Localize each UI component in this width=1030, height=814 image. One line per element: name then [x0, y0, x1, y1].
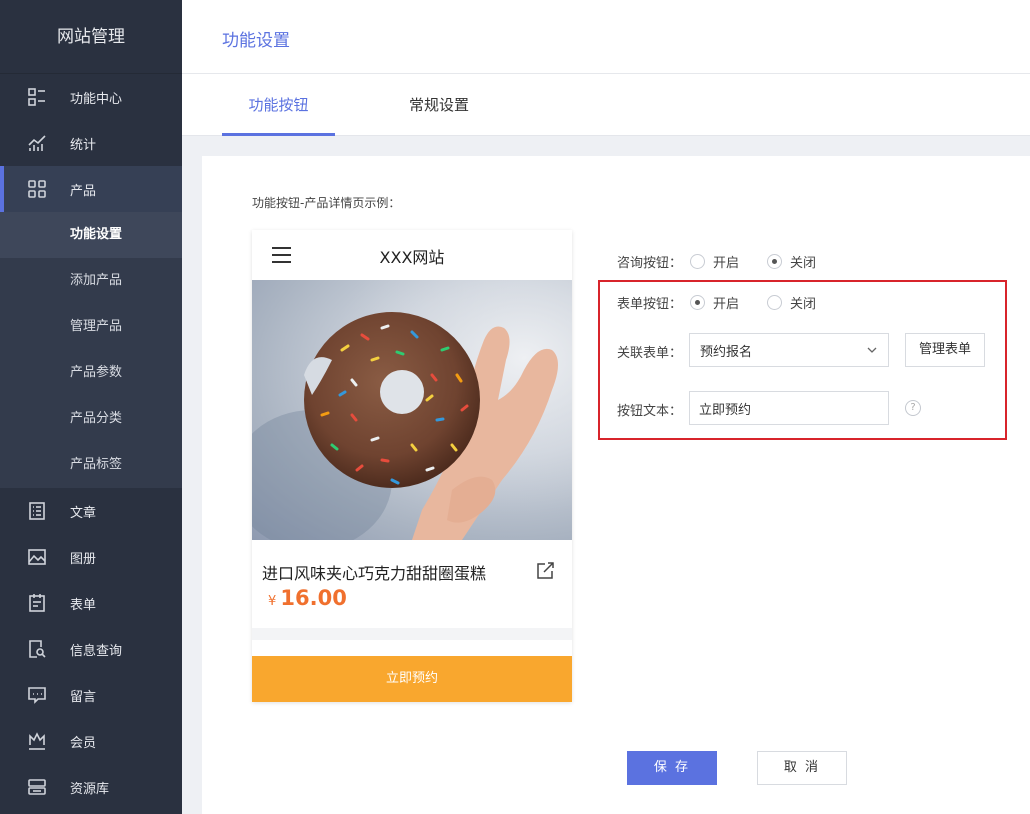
sidebar-item-label: 留言 [70, 689, 97, 705]
phone-preview: XXX网站 进口风味夹心巧克力甜甜圈蛋糕 ¥ 16.00 立即预约 [252, 230, 572, 702]
submenu-product-params[interactable]: 产品参数 [0, 350, 182, 396]
sidebar-item-label: 文章 [70, 505, 97, 521]
storage-icon [26, 776, 48, 798]
manage-form-button[interactable]: 管理表单 [905, 333, 985, 367]
article-icon [26, 500, 48, 522]
radio-label: 关闭 [790, 297, 817, 312]
radio-circle-checked [690, 295, 706, 310]
button-text-label: 按钮文本： [617, 404, 683, 419]
tab-function-buttons[interactable]: 功能按钮 [222, 74, 335, 136]
radio-circle [690, 254, 706, 269]
chart-icon [26, 132, 48, 154]
sidebar-item-label: 资源库 [70, 781, 110, 797]
linked-form-select[interactable]: 预约报名 [689, 333, 889, 367]
tabs-bar: 功能按钮 常规设置 [182, 74, 1030, 136]
sidebar-item-label: 图册 [70, 551, 97, 567]
cancel-button[interactable]: 取 消 [757, 751, 847, 785]
radio-circle [767, 295, 783, 310]
form-button-row: 表单按钮： 开启 关闭 [617, 293, 836, 312]
radio-label: 关闭 [790, 256, 817, 271]
sidebar-item-product[interactable]: 产品 [0, 166, 182, 212]
share-icon[interactable] [534, 560, 556, 582]
form-button-label: 表单按钮： [617, 297, 683, 312]
sidebar-item-article[interactable]: 文章 [0, 488, 182, 534]
submenu-function-settings[interactable]: 功能设置 [0, 212, 182, 258]
consult-button-row: 咨询按钮： 开启 关闭 [617, 252, 836, 271]
save-button[interactable]: 保 存 [627, 751, 717, 785]
submenu-add-product[interactable]: 添加产品 [0, 258, 182, 304]
consult-on-radio[interactable]: 开启 [690, 252, 739, 271]
radio-label: 开启 [713, 297, 740, 312]
list-grid-icon [26, 86, 48, 108]
sidebar-item-form[interactable]: 表单 [0, 580, 182, 626]
sidebar-item-resource[interactable]: 资源库 [0, 764, 182, 810]
reserve-button-preview[interactable]: 立即预约 [252, 656, 572, 702]
help-icon[interactable]: ? [905, 400, 921, 416]
button-text-row: 按钮文本： [617, 400, 682, 419]
sidebar-title: 网站管理 [0, 0, 182, 74]
sidebar-item-stats[interactable]: 统计 [0, 120, 182, 166]
sidebar-nav: 功能中心 统计 产品 [0, 74, 182, 212]
button-text-input[interactable] [689, 391, 889, 425]
sidebar-item-label: 功能中心 [70, 91, 123, 107]
radio-circle-checked [767, 254, 783, 269]
page-header: 功能设置 [182, 0, 1030, 74]
sidebar-item-label: 统计 [70, 137, 97, 153]
radio-label: 开启 [713, 256, 740, 271]
form-button-on-radio[interactable]: 开启 [690, 293, 739, 312]
product-submenu: 功能设置 添加产品 管理产品 产品参数 产品分类 产品标签 [0, 212, 182, 488]
sidebar-nav-lower: 文章 图册 表单 信息查询 留言 会员 资源库 [0, 488, 182, 810]
consult-off-radio[interactable]: 关闭 [767, 252, 816, 271]
sidebar: 网站管理 功能中心 统计 产品 功能设置 添加产品 管理产品 产品参数 产品分类… [0, 0, 182, 814]
search-doc-icon [26, 638, 48, 660]
product-image [252, 280, 572, 540]
phone-header: XXX网站 [252, 230, 572, 280]
submenu-manage-product[interactable]: 管理产品 [0, 304, 182, 350]
apps-icon [26, 178, 48, 200]
sidebar-item-message[interactable]: 留言 [0, 672, 182, 718]
clipboard-icon [26, 592, 48, 614]
linked-form-label: 关联表单： [617, 346, 683, 361]
product-price: ¥ 16.00 [268, 586, 347, 610]
product-title: 进口风味夹心巧克力甜甜圈蛋糕 [262, 564, 487, 583]
tab-general-settings[interactable]: 常规设置 [392, 74, 486, 136]
content-panel: 功能按钮-产品详情页示例： XXX网站 进口风味夹心巧克力甜甜圈蛋糕 ¥ 16.… [202, 156, 1030, 814]
form-button-off-radio[interactable]: 关闭 [767, 293, 816, 312]
sidebar-item-label: 会员 [70, 735, 97, 751]
sidebar-item-function-center[interactable]: 功能中心 [0, 74, 182, 120]
sidebar-item-label: 信息查询 [70, 643, 123, 659]
crown-icon [26, 730, 48, 752]
phone-divider [252, 628, 572, 640]
select-value: 预约报名 [700, 344, 753, 360]
sidebar-item-gallery[interactable]: 图册 [0, 534, 182, 580]
image-icon [26, 546, 48, 568]
page-title: 功能设置 [222, 31, 290, 51]
price-value: 16.00 [280, 586, 347, 610]
currency-symbol: ¥ [268, 594, 277, 609]
site-name: XXX网站 [379, 248, 445, 267]
sidebar-item-info-query[interactable]: 信息查询 [0, 626, 182, 672]
sidebar-item-label: 产品 [70, 183, 97, 199]
submenu-product-tags[interactable]: 产品标签 [0, 442, 182, 488]
preview-caption: 功能按钮-产品详情页示例： [252, 196, 401, 210]
sidebar-item-member[interactable]: 会员 [0, 718, 182, 764]
linked-form-row: 关联表单： [617, 342, 682, 361]
sidebar-item-label: 表单 [70, 597, 97, 613]
submenu-product-category[interactable]: 产品分类 [0, 396, 182, 442]
chevron-down-icon [866, 344, 878, 356]
consult-label: 咨询按钮： [617, 256, 683, 271]
message-icon [26, 684, 48, 706]
